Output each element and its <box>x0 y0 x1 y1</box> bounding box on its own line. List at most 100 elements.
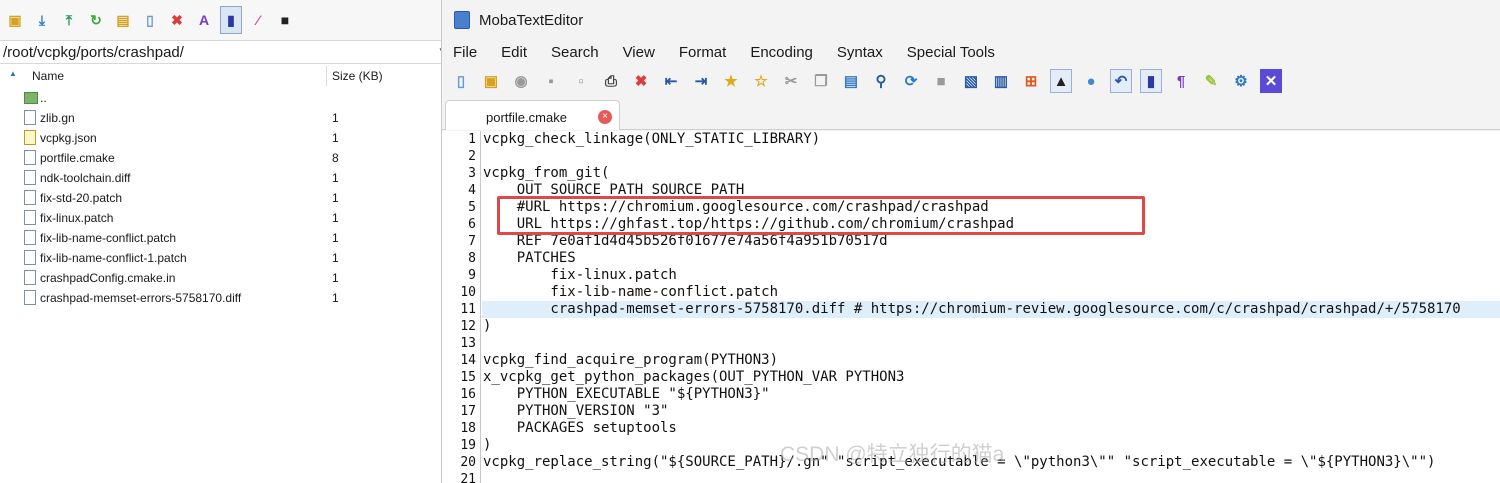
code-line[interactable]: 13 <box>442 335 1500 352</box>
file-size: 1 <box>332 131 339 145</box>
refresh-icon[interactable]: ↻ <box>85 6 107 34</box>
indent-left-icon[interactable]: ⇤ <box>660 69 682 93</box>
file-size: 1 <box>332 291 339 305</box>
rename-icon[interactable]: A <box>193 6 215 34</box>
highlighter-icon[interactable]: ✎ <box>1200 69 1222 93</box>
paste-icon[interactable]: ▤ <box>840 69 862 93</box>
line-number: 19 <box>460 438 476 453</box>
replace-icon[interactable]: ⟳ <box>900 69 922 93</box>
path-field[interactable]: /root/vcpkg/ports/crashpad/ ▾ <box>0 40 445 64</box>
column-size[interactable]: Size (KB) <box>332 69 383 83</box>
file-row[interactable]: crashpadConfig.cmake.in 1 <box>0 268 445 288</box>
file-row[interactable]: zlib.gn 1 <box>0 108 445 128</box>
file-row[interactable]: crashpad-memset-errors-5758170.diff 1 <box>0 288 445 308</box>
code-line[interactable]: 10 fix-lib-name-conflict.patch <box>442 284 1500 301</box>
file-row[interactable]: fix-linux.patch 1 <box>0 208 445 228</box>
code-area[interactable]: 1 vcpkg_check_linkage(ONLY_STATIC_LIBRARY… <box>442 131 1500 483</box>
bookmark-icon[interactable]: ★ <box>720 69 742 93</box>
cut-icon[interactable]: ✂ <box>780 69 802 93</box>
exit-icon[interactable]: ✕ <box>1260 69 1282 93</box>
windows-icon[interactable]: ⊞ <box>1020 69 1042 93</box>
code-line[interactable]: 1 vcpkg_check_linkage(ONLY_STATIC_LIBRARY… <box>442 131 1500 148</box>
code-line[interactable]: 9 fix-linux.patch <box>442 267 1500 284</box>
new-folder-icon[interactable]: ▤ <box>112 6 134 34</box>
text-editor-window: MobaTextEditor File Edit Search View Format E… <box>441 0 1500 483</box>
code-line[interactable]: 14 vcpkg_find_acquire_program(PYTHON3) <box>442 352 1500 369</box>
upload-icon[interactable]: ⤒ <box>58 6 80 34</box>
new-file-icon[interactable]: ▯ <box>450 69 472 93</box>
file-row[interactable]: fix-lib-name-conflict.patch 1 <box>0 228 445 248</box>
title-bar: MobaTextEditor <box>442 0 1500 40</box>
print-icon[interactable]: ⎙ <box>600 69 622 93</box>
tab-portfile[interactable]: portfile.cmake × <box>445 100 620 130</box>
menu-item[interactable]: View <box>623 44 655 61</box>
file-row[interactable]: fix-std-20.patch 1 <box>0 188 445 208</box>
linux-icon[interactable]: ▲ <box>1050 69 1072 93</box>
indent-right-icon[interactable]: ⇥ <box>690 69 712 93</box>
column-name[interactable]: Name <box>32 69 64 83</box>
bookmark-next-icon[interactable]: ☆ <box>750 69 772 93</box>
file-row[interactable]: .. <box>0 88 445 108</box>
settings-icon[interactable]: ⚙ <box>1230 69 1252 93</box>
magic-wand-icon[interactable]: ⁄ <box>247 6 269 34</box>
file-icon <box>24 150 36 165</box>
watermark: CSDN @特立独行的猫a <box>780 443 1005 466</box>
code-line[interactable]: 21 <box>442 471 1500 483</box>
tab-label: portfile.cmake <box>486 110 567 125</box>
file-icon <box>24 130 36 145</box>
goto-icon[interactable]: ■ <box>930 69 952 93</box>
menu-item[interactable]: Format <box>679 44 727 61</box>
code-line[interactable]: 11 crashpad-memset-errors-5758170.diff #… <box>442 301 1500 318</box>
save-icon[interactable]: ▪ <box>540 69 562 93</box>
code-line[interactable]: 18 PACKAGES setuptools <box>442 420 1500 437</box>
view-icon[interactable]: ▮ <box>220 6 242 34</box>
split-icon[interactable]: ▥ <box>990 69 1012 93</box>
code-line[interactable]: 16 PYTHON_EXECUTABLE "${PYTHON3}" <box>442 386 1500 403</box>
line-number: 4 <box>468 183 476 198</box>
search-icon[interactable]: ⚲ <box>870 69 892 93</box>
folder-up-icon[interactable]: ▣ <box>4 6 26 34</box>
view-mode-icon[interactable]: ▮ <box>1140 69 1162 93</box>
code-line[interactable]: 2 <box>442 148 1500 165</box>
file-row[interactable]: ndk-toolchain.diff 1 <box>0 168 445 188</box>
code-text: x_vcpkg_get_python_packages(OUT_PYTHON_V… <box>483 369 905 385</box>
menu-item[interactable]: Edit <box>501 44 527 61</box>
line-number: 13 <box>460 336 476 351</box>
apple-icon[interactable]: ● <box>1080 69 1102 93</box>
file-row[interactable]: portfile.cmake 8 <box>0 148 445 168</box>
new-file-icon[interactable]: ▯ <box>139 6 161 34</box>
reload-icon[interactable]: ◉ <box>510 69 532 93</box>
delete-icon[interactable]: ✖ <box>166 6 188 34</box>
line-number: 20 <box>460 455 476 470</box>
code-line[interactable]: 7 REF 7e0af1d4d45b526f01677e74a56f4a951b… <box>442 233 1500 250</box>
column-divider[interactable] <box>326 66 327 86</box>
undo-icon[interactable]: ↶ <box>1110 69 1132 93</box>
menu-item[interactable]: Encoding <box>750 44 813 61</box>
menu-item[interactable]: Special Tools <box>907 44 995 61</box>
paragraph-icon[interactable]: ¶ <box>1170 69 1192 93</box>
copy-icon[interactable]: ❐ <box>810 69 832 93</box>
compare-icon[interactable]: ▧ <box>960 69 982 93</box>
download-icon[interactable]: ⤓ <box>31 6 53 34</box>
sort-ascending-icon[interactable]: ▲ <box>9 69 17 78</box>
menu-item[interactable]: Search <box>551 44 599 61</box>
line-number: 11 <box>460 302 476 317</box>
menu-item[interactable]: File <box>453 44 477 61</box>
file-row[interactable]: fix-lib-name-conflict-1.patch 1 <box>0 248 445 268</box>
menu-item[interactable]: Syntax <box>837 44 883 61</box>
code-text: vcpkg_from_git( <box>483 165 610 181</box>
open-folder-icon[interactable]: ▣ <box>480 69 502 93</box>
close-icon[interactable]: ✖ <box>630 69 652 93</box>
code-line[interactable]: 3 vcpkg_from_git( <box>442 165 1500 182</box>
terminal-icon[interactable]: ■ <box>274 6 296 34</box>
line-number: 9 <box>468 268 476 283</box>
close-tab-icon[interactable]: × <box>598 110 612 124</box>
code-line[interactable]: 12) <box>442 318 1500 335</box>
code-text: REF 7e0af1d4d45b526f01677e74a56f4a951b70… <box>483 233 888 249</box>
code-line[interactable]: 15 x_vcpkg_get_python_packages(OUT_PYTHON… <box>442 369 1500 386</box>
parent-folder-icon <box>24 92 38 104</box>
code-line[interactable]: 8 PATCHES <box>442 250 1500 267</box>
save-as-icon[interactable]: ▫ <box>570 69 592 93</box>
file-row[interactable]: vcpkg.json 1 <box>0 128 445 148</box>
code-line[interactable]: 17 PYTHON_VERSION "3" <box>442 403 1500 420</box>
